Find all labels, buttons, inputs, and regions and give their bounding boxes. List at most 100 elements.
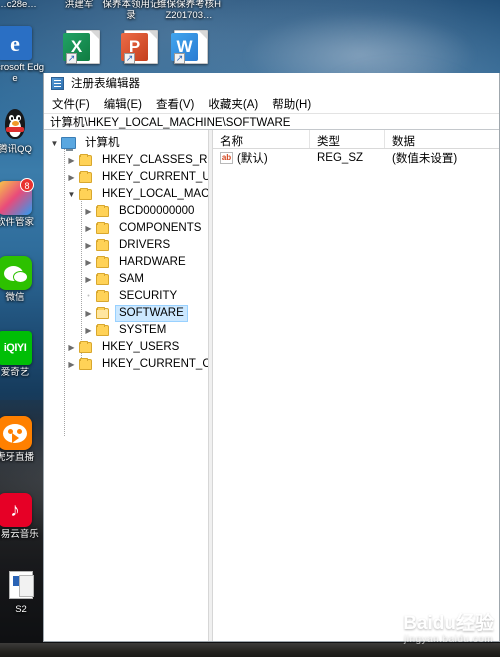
address-bar[interactable]: 计算机\HKEY_LOCAL_MACHINE\SOFTWARE xyxy=(44,113,499,130)
chevron-right-icon[interactable]: ▶ xyxy=(82,258,95,267)
tree-node-components[interactable]: ▶ COMPONENTS xyxy=(44,220,208,237)
desktop-icon-label: …c28e… xyxy=(0,0,37,10)
tree-node-hkey-classes-root[interactable]: ▶ HKEY_CLASSES_ROOT xyxy=(44,152,208,169)
tree-node-security[interactable]: • SECURITY xyxy=(44,288,208,305)
desktop-icon-word-file[interactable]: W ↗ xyxy=(160,30,222,66)
tree-node-bcd00000000[interactable]: ▶ BCD00000000 xyxy=(44,203,208,220)
wechat-icon xyxy=(0,256,32,290)
tree-node-computer[interactable]: ▼ 计算机 xyxy=(44,135,208,152)
window-titlebar[interactable]: 注册表编辑器 xyxy=(44,73,499,94)
values-column-header: 名称 类型 数据 xyxy=(213,130,499,149)
folder-icon xyxy=(95,307,111,320)
tree-node-hkey-users[interactable]: ▶ HKEY_USERS xyxy=(44,339,208,356)
value-type-cell: REG_SZ xyxy=(317,152,364,164)
folder-icon xyxy=(95,256,111,269)
desktop-icon-softmgr[interactable]: 8 软件管家 xyxy=(0,178,46,228)
menu-item-favorites[interactable]: 收藏夹(A) xyxy=(208,96,258,112)
chevron-right-icon[interactable]: ▶ xyxy=(65,173,78,182)
chevron-down-icon[interactable]: ▼ xyxy=(65,190,78,199)
folder-icon xyxy=(78,154,94,167)
chevron-right-icon[interactable]: ▶ xyxy=(82,241,95,250)
registry-editor-window: 注册表编辑器 文件(F) 编辑(E) 查看(V) 收藏夹(A) 帮助(H) 计算… xyxy=(43,73,500,642)
desktop-icon-label: 维保保养考核HZ201703… xyxy=(157,0,221,21)
folder-icon xyxy=(95,205,111,218)
folder-icon xyxy=(95,324,111,337)
folder-icon xyxy=(95,273,111,286)
menu-item-help[interactable]: 帮助(H) xyxy=(272,96,311,112)
value-name-cell: (默认) xyxy=(213,150,310,166)
chevron-right-icon[interactable]: ▶ xyxy=(82,309,95,318)
registry-tree-pane[interactable]: ▼ 计算机 ▶ HKEY_CLASSES_ROOT ▶ HKEY_CURRENT… xyxy=(44,130,208,641)
desktop-icon-weibao-kaohe[interactable]: 维保保养考核HZ201703… xyxy=(156,0,222,21)
tree-node-hkey-current-user[interactable]: ▶ HKEY_CURRENT_USER xyxy=(44,169,208,186)
desktop-icon-baoyang-record[interactable]: 保养本领用记录 xyxy=(100,0,162,21)
chevron-right-icon[interactable]: ▶ xyxy=(65,156,78,165)
tree-node-software[interactable]: ▶ SOFTWARE xyxy=(44,305,208,322)
desktop-icon-edge[interactable]: e Microsoft Edge xyxy=(0,26,46,84)
menu-item-view[interactable]: 查看(V) xyxy=(156,96,194,112)
desktop-icon-label: 爱奇艺 xyxy=(0,367,30,378)
edge-icon: e xyxy=(0,26,32,60)
tree-node-label: SOFTWARE xyxy=(115,305,188,322)
chevron-down-icon[interactable]: ▼ xyxy=(48,139,61,148)
tree-node-hkey-current-config[interactable]: ▶ HKEY_CURRENT_CONFIG xyxy=(44,356,208,373)
column-header-name[interactable]: 名称 xyxy=(213,130,310,148)
tree-node-label: 计算机 xyxy=(85,137,120,149)
tree-node-label: HKEY_LOCAL_MACHINE xyxy=(102,188,208,200)
tree-node-label: DRIVERS xyxy=(119,239,171,251)
tree-node-label: COMPONENTS xyxy=(119,222,202,234)
tree-node-label: BCD00000000 xyxy=(119,205,195,217)
desktop-icon-label: 微信 xyxy=(5,292,25,303)
desktop-icon-huya[interactable]: 虎牙直播 xyxy=(0,416,46,463)
menu-item-edit[interactable]: 编辑(E) xyxy=(104,96,142,112)
table-row[interactable]: (默认) REG_SZ (数值未设置) xyxy=(213,149,499,167)
folder-icon xyxy=(78,188,94,201)
chevron-right-icon[interactable]: ▶ xyxy=(82,207,95,216)
chevron-right-icon[interactable]: ▶ xyxy=(82,326,95,335)
tree-node-label: HKEY_CLASSES_ROOT xyxy=(102,154,208,166)
powerpoint-icon: P ↗ xyxy=(121,30,158,64)
huya-icon xyxy=(0,416,32,450)
tree-node-hardware[interactable]: ▶ HARDWARE xyxy=(44,254,208,271)
chevron-right-icon[interactable]: ▶ xyxy=(82,224,95,233)
tree-node-drivers[interactable]: ▶ DRIVERS xyxy=(44,237,208,254)
chevron-right-icon[interactable]: ▶ xyxy=(82,275,95,284)
tree-node-hkey-local-machine[interactable]: ▼ HKEY_LOCAL_MACHINE xyxy=(44,186,208,203)
tree-node-system[interactable]: ▶ SYSTEM xyxy=(44,322,208,339)
desktop-icon-qq[interactable]: 腾讯QQ xyxy=(0,108,46,155)
content-panes: ▼ 计算机 ▶ HKEY_CLASSES_ROOT ▶ HKEY_CURRENT… xyxy=(44,130,499,641)
tree-node-label: HKEY_CURRENT_USER xyxy=(102,171,208,183)
desktop-icon-netease[interactable]: ♪ 网易云音乐 xyxy=(0,493,46,540)
column-header-data[interactable]: 数据 xyxy=(385,130,495,148)
iqiyi-icon: iQIYI xyxy=(0,331,32,365)
shortcut-arrow-icon: ↗ xyxy=(174,53,185,64)
desktop-icon-wechat[interactable]: 微信 xyxy=(0,256,46,303)
folder-icon xyxy=(95,239,111,252)
chevron-right-icon[interactable]: ▶ xyxy=(65,360,78,369)
desktop-icon-label: 网易云音乐 xyxy=(0,529,39,540)
shortcut-arrow-icon: ↗ xyxy=(66,53,77,64)
menu-bar: 文件(F) 编辑(E) 查看(V) 收藏夹(A) 帮助(H) xyxy=(44,94,499,113)
desktop-icon-label: 虎牙直播 xyxy=(0,452,34,463)
desktop-icon-label: 腾讯QQ xyxy=(0,144,32,155)
desktop-icon-doc-c28e[interactable]: …c28e… xyxy=(0,0,48,10)
desktop-icon-excel-file[interactable]: X ↗ xyxy=(52,30,114,66)
shoreline-decoration xyxy=(0,643,500,657)
qq-penguin-icon xyxy=(0,108,32,142)
document-icon xyxy=(4,568,38,602)
desktop-icon-iqiyi[interactable]: iQIYI 爱奇艺 xyxy=(0,331,46,378)
column-header-type[interactable]: 类型 xyxy=(310,130,385,148)
registry-editor-icon xyxy=(51,76,64,90)
tree-node-label: SECURITY xyxy=(119,290,178,302)
tree-node-sam[interactable]: ▶ SAM xyxy=(44,271,208,288)
menu-item-file[interactable]: 文件(F) xyxy=(52,96,90,112)
tree-node-label: HKEY_CURRENT_CONFIG xyxy=(102,358,208,370)
word-icon: W ↗ xyxy=(171,30,208,64)
value-name-text: (默认) xyxy=(237,153,268,165)
notification-badge: 8 xyxy=(20,178,34,192)
registry-values-pane[interactable]: 名称 类型 数据 (默认) REG_SZ (数值未设置) xyxy=(213,130,499,641)
chevron-right-icon[interactable]: ▶ xyxy=(65,343,78,352)
shortcut-arrow-icon: ↗ xyxy=(124,53,135,64)
string-value-icon xyxy=(220,152,233,164)
excel-icon: X ↗ xyxy=(63,30,100,64)
